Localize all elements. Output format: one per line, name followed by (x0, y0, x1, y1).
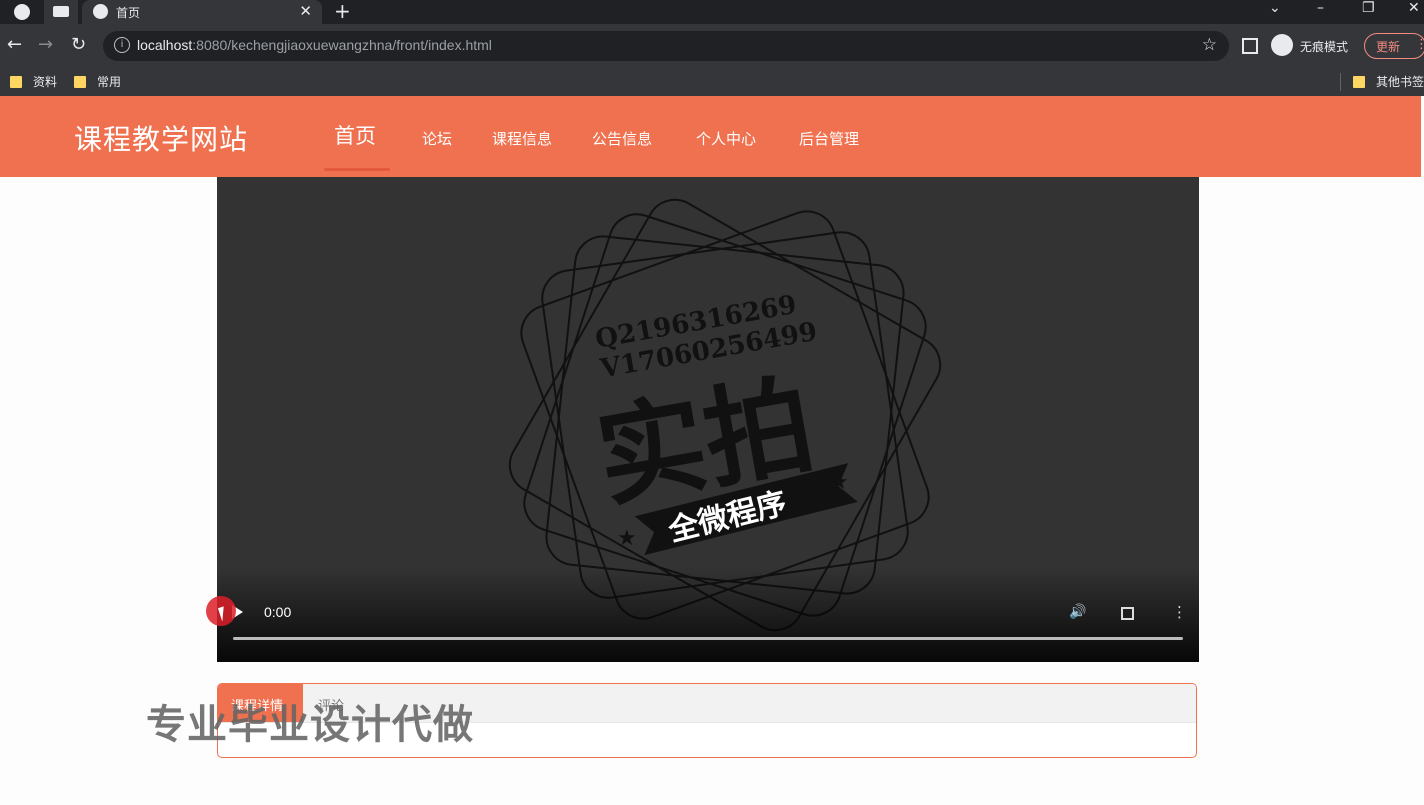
menu-icon[interactable]: ⋮ (1415, 37, 1424, 52)
seek-bar[interactable] (233, 637, 1183, 640)
other-bookmarks[interactable]: 其他书签 (1353, 73, 1424, 90)
browser-toolbar: ← → ↻ i localhost:8080/kechengjiaoxuewan… (0, 24, 1424, 68)
folder-icon (10, 76, 22, 88)
tab-title: 首页 (116, 6, 141, 20)
globe-icon (93, 4, 108, 19)
controls-gradient (217, 567, 1199, 662)
fullscreen-icon[interactable] (1121, 607, 1134, 620)
side-panel-icon[interactable] (1242, 38, 1258, 54)
nav-admin[interactable]: 后台管理 (799, 128, 859, 149)
bookmark-folder[interactable]: 常用 (74, 73, 121, 90)
globe-icon[interactable] (14, 4, 30, 20)
browser-tab-bar: 首页 ✕ + ⌄ – ❐ ✕ (0, 0, 1424, 24)
bookmarks-bar: 资料 常用 其他书签 (0, 68, 1424, 96)
restore-icon[interactable]: ❐ (1362, 0, 1375, 16)
new-tab-icon[interactable]: + (334, 0, 351, 23)
back-icon[interactable]: ← (7, 34, 22, 55)
reload-icon[interactable]: ↻ (71, 34, 86, 55)
video-time: 0:00 (264, 604, 292, 620)
bookmark-folder[interactable]: 资料 (10, 73, 57, 90)
bookmark-star-icon[interactable]: ☆ (1202, 35, 1217, 55)
incognito-icon[interactable] (1271, 34, 1293, 56)
nav-forum[interactable]: 论坛 (422, 128, 452, 149)
divider (1340, 73, 1341, 91)
minimize-icon[interactable]: – (1317, 0, 1324, 16)
nav-home[interactable]: 首页 (334, 120, 376, 150)
nav-personal-center[interactable]: 个人中心 (696, 128, 756, 149)
browser-tab-inactive[interactable] (44, 0, 78, 24)
folder-icon (1353, 76, 1365, 88)
update-button[interactable]: 更新 ⋮ (1364, 33, 1424, 59)
url-text[interactable]: localhost:8080/kechengjiaoxuewangzhna/fr… (137, 37, 492, 53)
star-icon: ★ (829, 470, 849, 495)
video-player[interactable]: Q2196316269 V17060256499 实拍 全微程序 ★ ★ 0:0… (217, 177, 1199, 662)
volume-icon[interactable]: 🔊 (1069, 604, 1086, 620)
nav-announcements[interactable]: 公告信息 (592, 128, 652, 149)
browser-tab-active[interactable]: 首页 ✕ (82, 0, 322, 24)
star-icon: ★ (617, 526, 637, 551)
window-icon (53, 6, 69, 17)
nav-course-info[interactable]: 课程信息 (492, 128, 552, 149)
more-options-icon[interactable]: ⋮ (1172, 603, 1187, 621)
close-window-icon[interactable]: ✕ (1408, 0, 1420, 16)
promo-overlay-text: 专业毕业设计代做 (146, 702, 474, 748)
active-nav-indicator (324, 168, 390, 171)
close-tab-icon[interactable]: ✕ (299, 2, 312, 20)
address-bar[interactable]: i localhost:8080/kechengjiaoxuewangzhna/… (103, 31, 1229, 61)
forward-icon[interactable]: → (38, 34, 53, 55)
tab-search-icon[interactable]: ⌄ (1269, 0, 1281, 16)
site-info-icon[interactable]: i (114, 37, 130, 53)
site-header: 课程教学网站 首页 论坛 课程信息 公告信息 个人中心 后台管理 (0, 96, 1421, 177)
update-label: 更新 (1376, 40, 1401, 54)
folder-icon (74, 76, 86, 88)
incognito-label[interactable]: 无痕模式 (1300, 38, 1348, 55)
site-title[interactable]: 课程教学网站 (74, 118, 248, 158)
